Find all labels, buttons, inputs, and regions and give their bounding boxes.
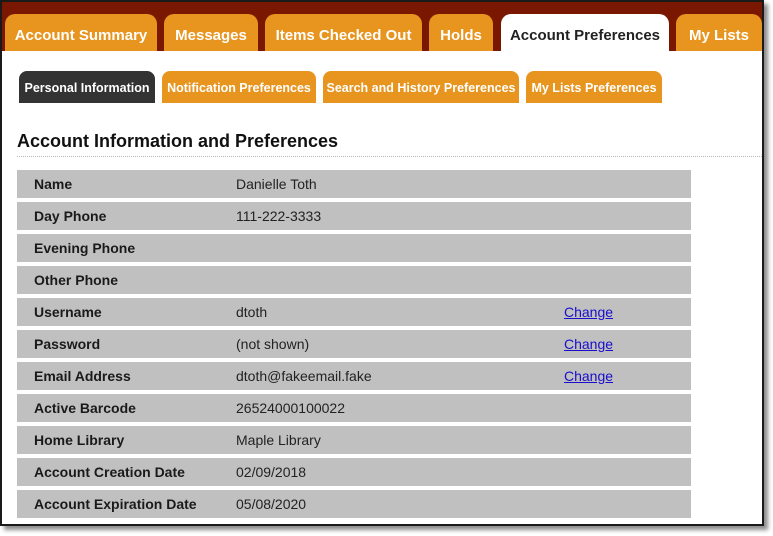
row-label: Name bbox=[34, 176, 73, 192]
table-row-password: Password (not shown) Change bbox=[17, 330, 691, 358]
row-value: (not shown) bbox=[236, 336, 310, 352]
row-label: Account Expiration Date bbox=[34, 496, 197, 512]
tab-messages[interactable]: Messages bbox=[164, 14, 258, 51]
main-tab-bar: Account Summary Messages Items Checked O… bbox=[2, 2, 762, 51]
row-value: 111-222-3333 bbox=[236, 208, 322, 224]
subtab-notification-preferences[interactable]: Notification Preferences bbox=[162, 71, 316, 103]
row-value: dtoth bbox=[236, 304, 268, 320]
table-row-active-barcode: Active Barcode 26524000100022 bbox=[17, 394, 691, 422]
row-label: Home Library bbox=[34, 432, 125, 448]
row-label: Day Phone bbox=[34, 208, 107, 224]
table-row-other-phone: Other Phone bbox=[17, 266, 691, 294]
table-row-evening-phone: Evening Phone bbox=[17, 234, 691, 262]
table-row-name: Name Danielle Toth bbox=[17, 170, 691, 198]
tab-items-checked-out[interactable]: Items Checked Out bbox=[265, 14, 422, 51]
row-label: Other Phone bbox=[34, 272, 119, 288]
row-value: 02/09/2018 bbox=[236, 464, 307, 480]
table-row-account-creation-date: Account Creation Date 02/09/2018 bbox=[17, 458, 691, 486]
tab-account-preferences[interactable]: Account Preferences bbox=[501, 14, 669, 51]
tab-my-lists[interactable]: My Lists bbox=[676, 14, 762, 51]
subtab-my-lists-preferences[interactable]: My Lists Preferences bbox=[526, 71, 662, 103]
row-value: Maple Library bbox=[236, 432, 321, 448]
change-password-link[interactable]: Change bbox=[564, 330, 613, 358]
row-value: Danielle Toth bbox=[236, 176, 317, 192]
account-preferences-window: Account Summary Messages Items Checked O… bbox=[0, 0, 764, 526]
row-value: dtoth@fakeemail.fake bbox=[236, 368, 372, 384]
table-row-email-address: Email Address dtoth@fakeemail.fake Chang… bbox=[17, 362, 691, 390]
row-label: Evening Phone bbox=[34, 240, 136, 256]
row-label: Active Barcode bbox=[34, 400, 136, 416]
table-row-account-expiration-date: Account Expiration Date 05/08/2020 bbox=[17, 490, 691, 518]
row-value: 05/08/2020 bbox=[236, 496, 307, 512]
row-label: Email Address bbox=[34, 368, 131, 384]
change-username-link[interactable]: Change bbox=[564, 298, 613, 326]
table-row-day-phone: Day Phone 111-222-3333 bbox=[17, 202, 691, 230]
table-row-home-library: Home Library Maple Library bbox=[17, 426, 691, 454]
subtab-search-history-preferences[interactable]: Search and History Preferences bbox=[323, 71, 519, 103]
page-heading: Account Information and Preferences bbox=[17, 131, 762, 157]
change-email-link[interactable]: Change bbox=[564, 362, 613, 390]
row-label: Account Creation Date bbox=[34, 464, 185, 480]
tab-account-summary[interactable]: Account Summary bbox=[5, 14, 157, 51]
account-info-table: Name Danielle Toth Day Phone 111-222-333… bbox=[17, 170, 691, 522]
row-label: Password bbox=[34, 336, 101, 352]
row-label: Username bbox=[34, 304, 102, 320]
tab-holds[interactable]: Holds bbox=[429, 14, 493, 51]
row-value: 26524000100022 bbox=[236, 400, 346, 416]
table-row-username: Username dtoth Change bbox=[17, 298, 691, 326]
subtab-personal-information[interactable]: Personal Information bbox=[19, 71, 155, 103]
